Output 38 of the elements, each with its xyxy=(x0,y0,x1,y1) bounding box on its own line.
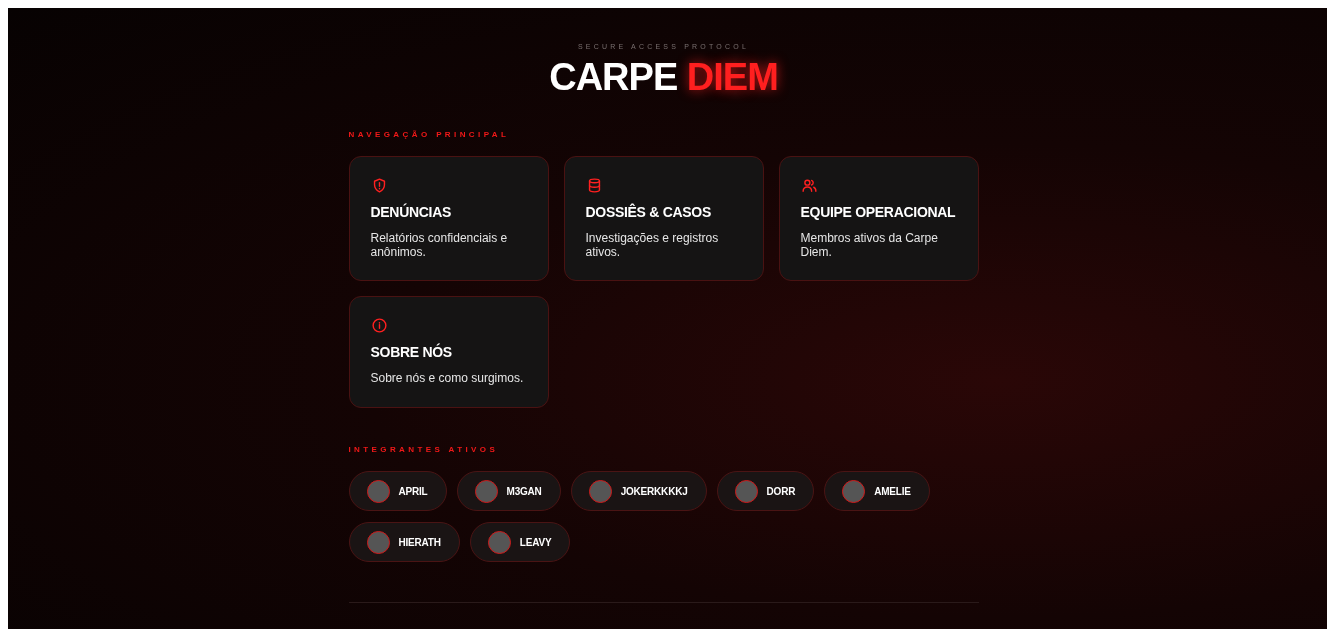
member-name: HIERATH xyxy=(398,536,441,548)
avatar xyxy=(366,530,390,554)
info-icon xyxy=(370,317,388,334)
member-name: JOKERKKKKJ xyxy=(620,485,688,497)
avatar xyxy=(474,479,498,503)
member-chip[interactable]: AMELIE xyxy=(824,471,930,511)
card-title: SOBRE NÓS xyxy=(370,344,453,360)
card-title: DENÚNCIAS xyxy=(370,204,453,220)
avatar xyxy=(842,479,866,503)
member-chip[interactable]: DORR xyxy=(716,471,815,511)
section-heading: NAVEGAÇÃO PRINCIPAL xyxy=(348,130,511,139)
member-name: LEAVY xyxy=(519,536,552,548)
nav-card[interactable]: EQUIPE OPERACIONAL Membros ativos da Carpe Diem. xyxy=(778,156,979,281)
member-chip[interactable]: HIERATH xyxy=(348,522,460,562)
member-chip[interactable]: APRIL xyxy=(348,471,447,511)
member-name: APRIL xyxy=(398,485,428,497)
users-icon xyxy=(800,177,818,194)
member-chip[interactable]: JOKERKKKKJ xyxy=(570,471,707,511)
avatar xyxy=(366,479,390,503)
member-name: AMELIE xyxy=(874,485,911,497)
card-title: DOSSIÊS & CASOS xyxy=(585,204,712,220)
member-chip[interactable]: LEAVY xyxy=(469,522,571,562)
avatar xyxy=(487,530,511,554)
nav-card[interactable]: DENÚNCIAS Relatórios confidenciais e anônimos. xyxy=(348,156,549,281)
member-chip[interactable]: M3GAN xyxy=(456,471,561,511)
site-title: CARPE DIEM xyxy=(548,58,779,96)
card-description: Investigações e registros ativos. xyxy=(585,231,720,259)
member-name: DORR xyxy=(766,485,796,497)
card-description: Relatórios confidenciais e anônimos. xyxy=(370,231,509,259)
card-description: Sobre nós e como surgimos. xyxy=(370,371,525,385)
card-description: Membros ativos da Carpe Diem. xyxy=(800,231,939,259)
nav-card[interactable]: SOBRE NÓS Sobre nós e como surgimos. xyxy=(348,296,549,408)
member-name: M3GAN xyxy=(506,485,542,497)
section-heading: INTEGRANTES ATIVOS xyxy=(348,445,500,454)
card-title: EQUIPE OPERACIONAL xyxy=(800,204,957,220)
avatar xyxy=(588,479,612,503)
avatar xyxy=(734,479,758,503)
nav-card[interactable]: DOSSIÊS & CASOS Investigações e registros ativos. xyxy=(563,156,764,281)
